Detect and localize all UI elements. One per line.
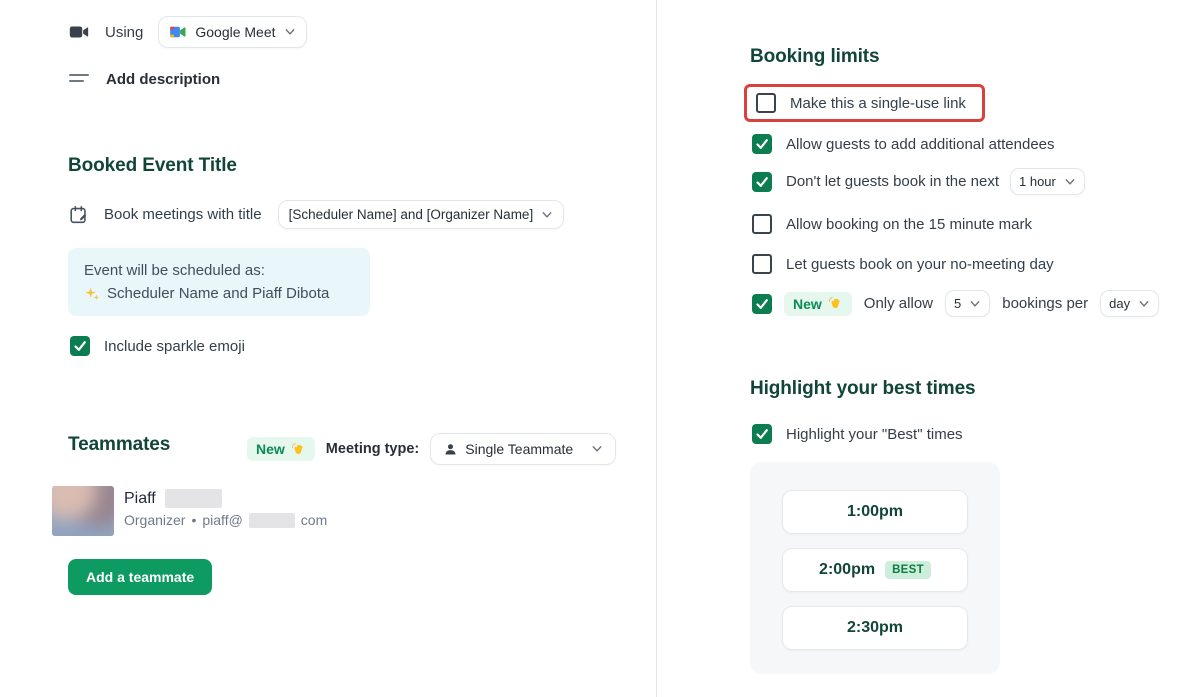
lead-time-checkbox[interactable] bbox=[752, 172, 772, 192]
person-icon bbox=[443, 442, 458, 457]
quarter-mark-label: Allow booking on the 15 minute mark bbox=[786, 216, 1032, 233]
lead-time-value: 1 hour bbox=[1019, 174, 1056, 189]
bookings-count-value: 5 bbox=[954, 296, 961, 311]
checkmark-icon bbox=[755, 427, 769, 441]
time-slot-label: 1:00pm bbox=[847, 503, 903, 521]
additional-attendees-row: Allow guests to add additional attendees bbox=[752, 134, 1055, 154]
chevron-down-icon bbox=[1064, 176, 1076, 188]
chevron-down-icon bbox=[969, 298, 981, 310]
sparkle-emoji-label: Include sparkle emoji bbox=[104, 338, 245, 355]
max-bookings-text-before: Only allow bbox=[864, 295, 933, 312]
bookings-count-dropdown[interactable]: 5 bbox=[945, 290, 990, 317]
teammate-avatar bbox=[52, 486, 114, 536]
meeting-title-value: [Scheduler Name] and [Organizer Name] bbox=[289, 207, 534, 222]
conferencing-dropdown[interactable]: Google Meet bbox=[158, 16, 306, 48]
meeting-type-value: Single Teammate bbox=[465, 441, 573, 457]
teammate-email-suffix: com bbox=[301, 512, 327, 528]
lead-time-label: Don't let guests book in the next bbox=[786, 173, 999, 190]
best-times-checkbox-row: Highlight your "Best" times bbox=[752, 424, 963, 444]
best-times-preview-card: 1:00pm 2:00pm BEST 2:30pm bbox=[750, 462, 1000, 674]
best-times-heading: Highlight your best times bbox=[750, 378, 976, 400]
teammate-role: Organizer bbox=[124, 512, 185, 528]
schedule-preview-line1: Event will be scheduled as: bbox=[84, 259, 354, 282]
teammates-heading: Teammates bbox=[68, 434, 170, 456]
no-meeting-day-checkbox[interactable] bbox=[752, 254, 772, 274]
new-badge: New bbox=[247, 437, 315, 461]
sparkle-emoji-icon bbox=[84, 286, 100, 302]
single-use-label: Make this a single-use link bbox=[790, 95, 966, 112]
wave-emoji-icon bbox=[291, 442, 306, 457]
checkmark-icon bbox=[73, 339, 87, 353]
teammate-name: Piaff bbox=[124, 490, 156, 508]
chevron-down-icon bbox=[1138, 298, 1150, 310]
add-teammate-button[interactable]: Add a teammate bbox=[68, 559, 212, 595]
checkmark-icon bbox=[755, 137, 769, 151]
meeting-type-dropdown[interactable]: Single Teammate bbox=[430, 433, 616, 465]
email-redaction bbox=[249, 513, 295, 528]
booking-limits-heading: Booking limits bbox=[750, 46, 880, 68]
video-camera-icon bbox=[68, 21, 90, 43]
calendar-edit-icon bbox=[68, 204, 90, 226]
no-meeting-day-label: Let guests book on your no-meeting day bbox=[786, 256, 1054, 273]
event-settings-page: Using Google Meet A bbox=[0, 0, 1201, 697]
using-label: Using bbox=[105, 24, 143, 41]
quarter-mark-checkbox[interactable] bbox=[752, 214, 772, 234]
time-slot-label: 2:00pm bbox=[819, 561, 875, 579]
checkmark-icon bbox=[755, 297, 769, 311]
meeting-title-dropdown[interactable]: [Scheduler Name] and [Organizer Name] bbox=[278, 200, 565, 229]
new-badge-label: New bbox=[793, 296, 822, 312]
max-bookings-row: New Only allow 5 bookings per day bbox=[752, 290, 1159, 317]
best-times-label: Highlight your "Best" times bbox=[786, 426, 963, 443]
checkmark-icon bbox=[755, 175, 769, 189]
additional-attendees-checkbox[interactable] bbox=[752, 134, 772, 154]
meeting-title-label: Book meetings with title bbox=[104, 206, 262, 223]
sparkle-emoji-checkbox[interactable] bbox=[70, 336, 90, 356]
meeting-type-row: New Meeting type: Single Teammate bbox=[247, 433, 616, 465]
new-badge: New bbox=[784, 292, 852, 316]
chevron-down-icon bbox=[284, 26, 296, 38]
add-description-label: Add description bbox=[106, 71, 220, 88]
time-slot-button[interactable]: 2:00pm BEST bbox=[782, 548, 968, 592]
teammate-info: Piaff Organizer • piaff@ com bbox=[124, 489, 327, 528]
new-badge-label: New bbox=[256, 441, 285, 457]
best-times-checkbox[interactable] bbox=[752, 424, 772, 444]
meeting-type-label: Meeting type: bbox=[326, 441, 419, 457]
best-badge: BEST bbox=[885, 561, 931, 579]
conferencing-row: Using Google Meet bbox=[68, 16, 307, 48]
bookings-unit-value: day bbox=[1109, 296, 1130, 311]
name-redaction bbox=[165, 489, 222, 508]
single-use-checkbox[interactable] bbox=[756, 93, 776, 113]
sparkle-emoji-checkbox-row: Include sparkle emoji bbox=[70, 336, 245, 356]
single-use-highlight-box: Make this a single-use link bbox=[744, 84, 985, 122]
add-description-row[interactable]: Add description bbox=[68, 68, 220, 90]
chevron-down-icon bbox=[541, 209, 553, 221]
no-meeting-day-row: Let guests book on your no-meeting day bbox=[752, 254, 1054, 274]
schedule-preview-line2: Scheduler Name and Piaff Dibota bbox=[107, 282, 329, 305]
meeting-title-row: Book meetings with title [Scheduler Name… bbox=[68, 200, 564, 229]
lead-time-row: Don't let guests book in the next 1 hour bbox=[752, 168, 1085, 195]
lead-time-dropdown[interactable]: 1 hour bbox=[1010, 168, 1085, 195]
chevron-down-icon bbox=[591, 443, 603, 455]
time-slot-label: 2:30pm bbox=[847, 619, 903, 637]
schedule-preview-box: Event will be scheduled as: Scheduler Na… bbox=[68, 248, 370, 316]
bullet-separator: • bbox=[191, 512, 196, 528]
conferencing-value: Google Meet bbox=[195, 24, 275, 40]
teammate-email-prefix: piaff@ bbox=[202, 512, 242, 528]
google-meet-logo bbox=[169, 23, 187, 41]
column-divider bbox=[656, 0, 657, 697]
bookings-unit-dropdown[interactable]: day bbox=[1100, 290, 1159, 317]
description-icon bbox=[68, 68, 90, 90]
time-slot-button[interactable]: 1:00pm bbox=[782, 490, 968, 534]
booked-event-title-heading: Booked Event Title bbox=[68, 155, 237, 177]
wave-emoji-icon bbox=[828, 296, 843, 311]
additional-attendees-label: Allow guests to add additional attendees bbox=[786, 136, 1055, 153]
quarter-mark-row: Allow booking on the 15 minute mark bbox=[752, 214, 1032, 234]
time-slot-button[interactable]: 2:30pm bbox=[782, 606, 968, 650]
max-bookings-text-middle: bookings per bbox=[1002, 295, 1088, 312]
max-bookings-checkbox[interactable] bbox=[752, 294, 772, 314]
